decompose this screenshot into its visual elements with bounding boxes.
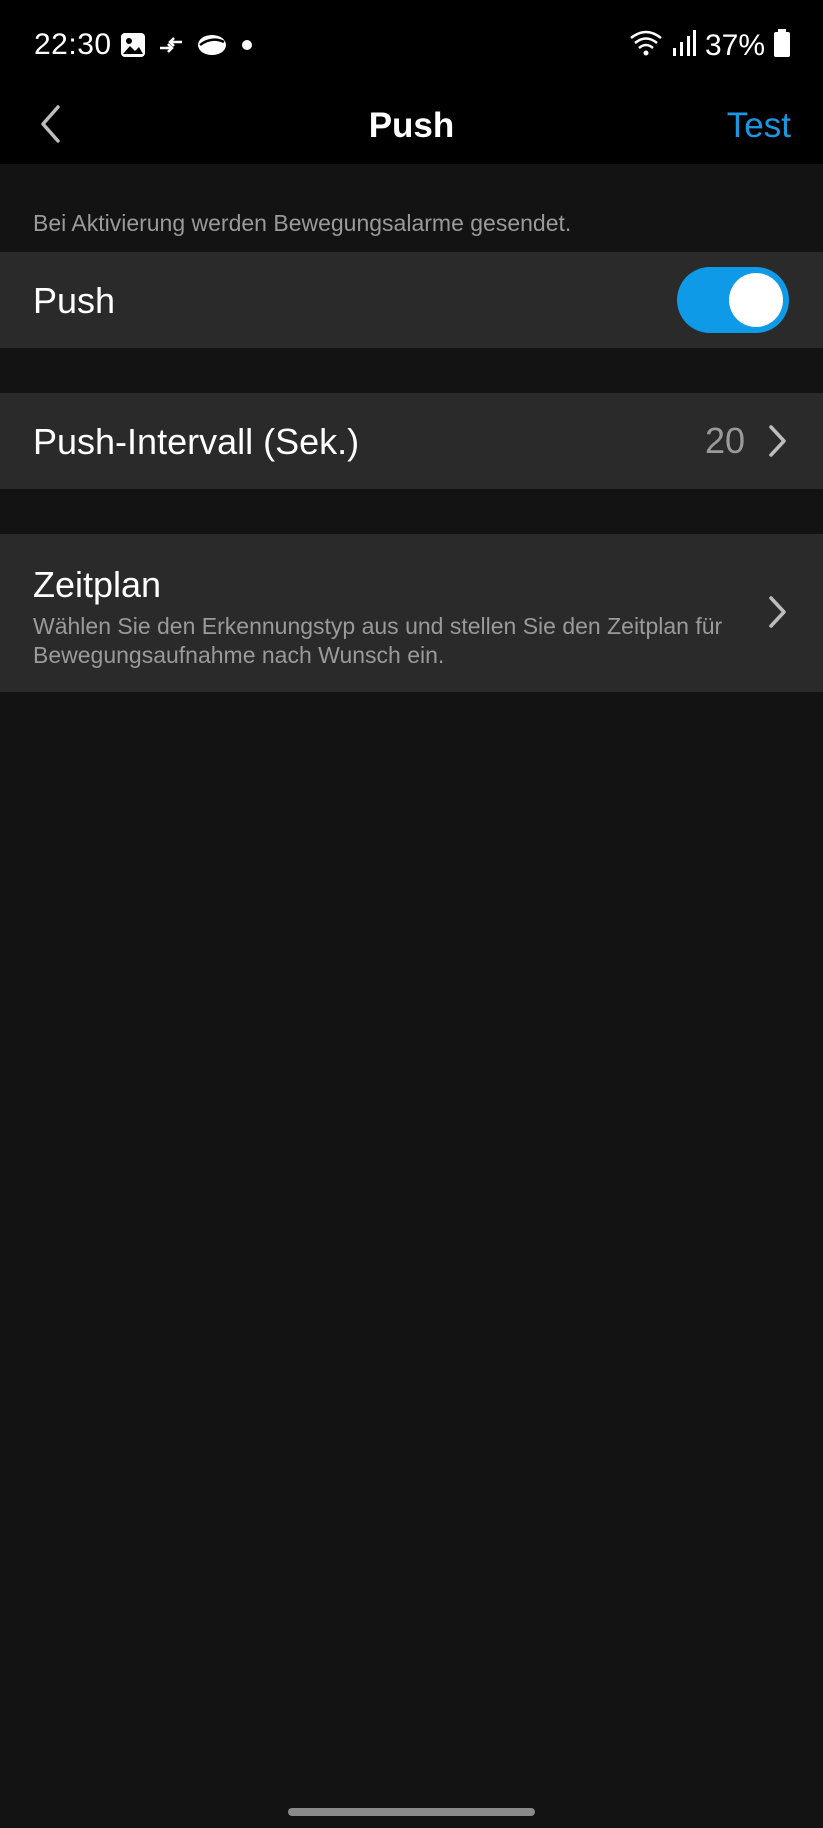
nav-bar: Push Test (0, 92, 823, 164)
status-right: 37% (629, 28, 791, 63)
push-interval-value: 20 (704, 420, 745, 461)
push-interval-row[interactable]: Push-Intervall (Sek.) 20 (0, 393, 823, 489)
page-title: Push (368, 106, 455, 145)
push-label: Push (33, 280, 116, 321)
push-row: Push (0, 252, 823, 348)
gallery-icon (120, 32, 146, 63)
schedule-row[interactable]: Zeitplan Wählen Sie den Erkennungstyp au… (0, 534, 823, 692)
status-bar: 22:30 37% (0, 0, 823, 92)
status-left-icons (120, 30, 254, 64)
screen: 22:30 37% Push Test Bei Aktivierung werd… (0, 0, 823, 1828)
chevron-right-icon (765, 423, 789, 459)
data-transfer-icon (158, 32, 184, 63)
push-hint-text: Bei Aktivierung werden Bewegungsalarme g… (33, 210, 572, 236)
battery-icon (773, 28, 791, 63)
cloud-icon (196, 32, 228, 63)
toggle-knob (729, 273, 783, 327)
chevron-right-icon (765, 594, 789, 630)
chevron-left-icon (38, 104, 62, 149)
status-time: 22:30 (34, 28, 112, 61)
schedule-label: Zeitplan (33, 564, 162, 605)
dot-icon (240, 32, 254, 63)
battery-percent: 37% (704, 28, 765, 62)
wifi-icon (629, 28, 663, 63)
schedule-description: Wählen Sie den Erkennungstyp aus und ste… (33, 613, 723, 668)
back-button[interactable] (24, 96, 76, 156)
signal-icon (671, 28, 697, 63)
test-button[interactable]: Test (727, 96, 791, 156)
push-toggle[interactable] (677, 267, 789, 333)
home-indicator[interactable] (288, 1808, 535, 1816)
push-interval-label: Push-Intervall (Sek.) (33, 421, 360, 462)
